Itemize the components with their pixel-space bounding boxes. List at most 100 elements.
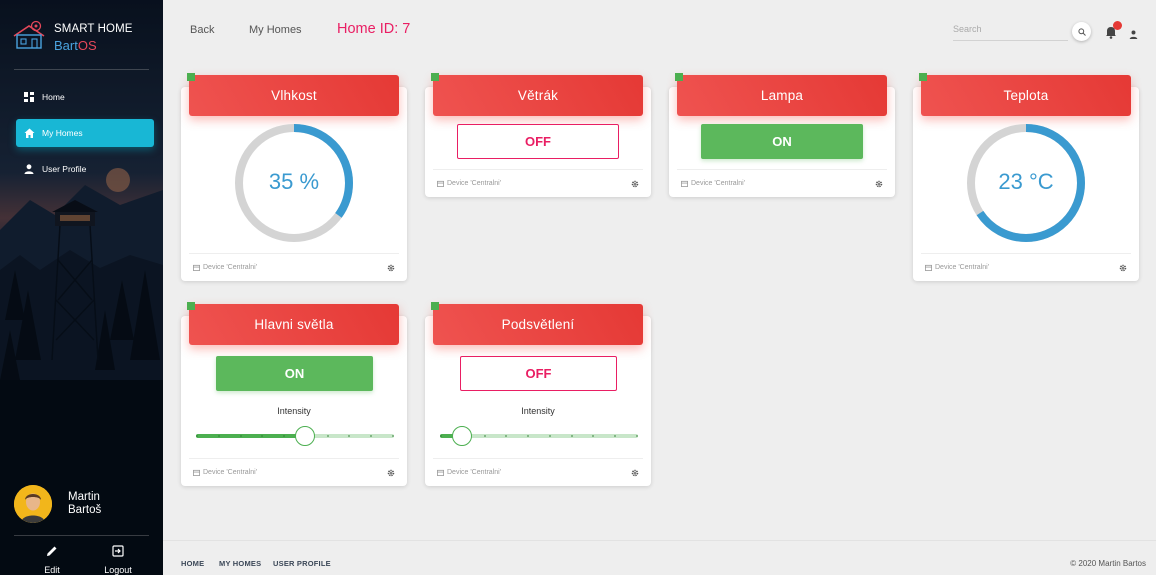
device-card-lampa: Lampa ON Device 'Centralni' bbox=[669, 73, 895, 197]
footer-link-home[interactable]: HOME bbox=[181, 559, 204, 568]
search-button[interactable] bbox=[1072, 22, 1091, 41]
person-icon bbox=[16, 164, 42, 174]
app-title: SMART HOME bbox=[54, 23, 133, 35]
online-status-indicator bbox=[675, 73, 683, 81]
device-source: Device 'Centralni' bbox=[437, 469, 501, 476]
person-icon bbox=[1129, 30, 1138, 39]
gear-icon[interactable] bbox=[1119, 264, 1127, 272]
sidebar-divider-top bbox=[14, 69, 149, 70]
calendar-icon bbox=[681, 180, 688, 187]
sidebar-item-label: User Profile bbox=[42, 164, 87, 174]
dashboard-icon bbox=[16, 92, 42, 102]
device-title: Teplota bbox=[1003, 88, 1049, 103]
device-card-header[interactable]: Hlavni světla bbox=[187, 302, 399, 345]
device-source-label: Device 'Centralni' bbox=[203, 469, 258, 476]
device-source: Device 'Centralni' bbox=[925, 264, 989, 271]
my-homes-link[interactable]: My Homes bbox=[249, 24, 302, 36]
device-card-header[interactable]: Vlhkost bbox=[187, 73, 399, 116]
humidity-value: 35 % bbox=[268, 169, 320, 194]
online-status-indicator bbox=[919, 73, 927, 81]
app-subtitle: BartOS bbox=[54, 38, 97, 53]
page-footer: HOME MY HOMES USER PROFILE © 2020 Martin… bbox=[163, 540, 1156, 575]
toggle-on-button[interactable]: ON bbox=[701, 124, 863, 159]
footer-link-user-profile[interactable]: USER PROFILE bbox=[273, 559, 331, 568]
intensity-slider[interactable] bbox=[440, 426, 638, 446]
device-card-header[interactable]: Podsvětlení bbox=[431, 302, 643, 345]
toggle-off-button[interactable]: OFF bbox=[460, 356, 617, 391]
sidebar: SMART HOME BartOS Home My Homes User Pro… bbox=[0, 0, 163, 575]
notification-badge bbox=[1113, 21, 1122, 30]
intensity-label: Intensity bbox=[277, 406, 311, 416]
topbar: Back My Homes Home ID: 7 Search bbox=[163, 0, 1156, 60]
device-card-header[interactable]: Větrák bbox=[431, 73, 643, 116]
gear-icon[interactable] bbox=[631, 469, 639, 477]
sidebar-item-label: Home bbox=[42, 92, 65, 102]
device-source-label: Device 'Centralni' bbox=[203, 264, 258, 271]
calendar-icon bbox=[437, 180, 444, 187]
device-source: Device 'Centralni' bbox=[437, 180, 501, 187]
sidebar-item-my-homes[interactable]: My Homes bbox=[16, 119, 154, 147]
smart-home-logo-icon bbox=[13, 20, 45, 49]
home-icon bbox=[16, 128, 42, 138]
device-title: Vlhkost bbox=[271, 88, 317, 103]
device-title: Podsvětlení bbox=[501, 317, 575, 332]
device-card-vetrak: Větrák OFF Device 'Centralni' bbox=[425, 73, 651, 197]
copyright: © 2020 Martin Bartos bbox=[1070, 559, 1146, 568]
sidebar-item-label: My Homes bbox=[42, 128, 83, 138]
device-card-hlavni-svetla: Hlavni světla ON Intensity Device 'Centr… bbox=[181, 302, 407, 486]
device-card-header[interactable]: Teplota bbox=[919, 73, 1131, 116]
edit-label: Edit bbox=[44, 565, 60, 575]
gear-icon[interactable] bbox=[387, 264, 395, 272]
slider-knob[interactable] bbox=[451, 426, 472, 446]
back-link[interactable]: Back bbox=[190, 24, 214, 36]
user-first-name: Martin bbox=[68, 491, 100, 503]
online-status-indicator bbox=[187, 302, 195, 310]
device-source-label: Device 'Centralni' bbox=[691, 180, 746, 187]
toggle-off-button[interactable]: OFF bbox=[457, 124, 619, 159]
online-status-indicator bbox=[431, 302, 439, 310]
device-source: Device 'Centralni' bbox=[193, 469, 257, 476]
user-profile-block[interactable]: Martin Bartoš bbox=[14, 485, 154, 525]
sidebar-item-home[interactable]: Home bbox=[16, 83, 154, 111]
card-footer: Device 'Centralni' bbox=[921, 253, 1131, 281]
app-logo[interactable]: SMART HOME BartOS bbox=[12, 18, 154, 54]
slider-knob[interactable] bbox=[294, 426, 315, 446]
gear-icon[interactable] bbox=[387, 469, 395, 477]
home-id-title: Home ID: 7 bbox=[337, 21, 411, 37]
logout-label: Logout bbox=[104, 565, 132, 575]
sidebar-item-user-profile[interactable]: User Profile bbox=[16, 155, 154, 183]
calendar-icon bbox=[437, 469, 444, 476]
calendar-icon bbox=[193, 264, 200, 271]
logout-button[interactable]: Logout bbox=[88, 545, 148, 575]
online-status-indicator bbox=[187, 73, 195, 81]
edit-button[interactable]: Edit bbox=[22, 545, 82, 575]
notifications-button[interactable] bbox=[1104, 21, 1122, 41]
intensity-slider[interactable] bbox=[196, 426, 394, 446]
device-card-teplota: Teplota 23 °C Device 'Centralni' bbox=[913, 73, 1139, 281]
device-source-label: Device 'Centralni' bbox=[935, 264, 990, 271]
gear-icon[interactable] bbox=[631, 180, 639, 188]
toggle-on-button[interactable]: ON bbox=[216, 356, 373, 391]
device-title: Hlavni světla bbox=[254, 317, 334, 332]
card-footer: Device 'Centralni' bbox=[189, 253, 399, 281]
device-source: Device 'Centralni' bbox=[681, 180, 745, 187]
device-source-label: Device 'Centralni' bbox=[447, 180, 502, 187]
logout-icon bbox=[88, 545, 148, 561]
device-card-vlhkost: Vlhkost 35 % Device 'Centralni' bbox=[181, 73, 407, 281]
app-subtitle-part2: OS bbox=[77, 38, 97, 53]
card-footer: Device 'Centralni' bbox=[677, 169, 887, 197]
search-icon bbox=[1077, 27, 1086, 36]
avatar[interactable] bbox=[14, 485, 52, 523]
sidebar-divider-bottom bbox=[14, 535, 149, 536]
device-source-label: Device 'Centralni' bbox=[447, 469, 502, 476]
app-subtitle-part1: Bart bbox=[54, 38, 78, 53]
account-button[interactable] bbox=[1129, 26, 1138, 44]
device-source: Device 'Centralni' bbox=[193, 264, 257, 271]
gear-icon[interactable] bbox=[875, 180, 883, 188]
user-last-name: Bartoš bbox=[68, 504, 102, 516]
search-input[interactable]: Search bbox=[953, 21, 1068, 41]
intensity-label: Intensity bbox=[521, 406, 555, 416]
calendar-icon bbox=[925, 264, 932, 271]
device-card-header[interactable]: Lampa bbox=[675, 73, 887, 116]
footer-link-my-homes[interactable]: MY HOMES bbox=[219, 559, 261, 568]
